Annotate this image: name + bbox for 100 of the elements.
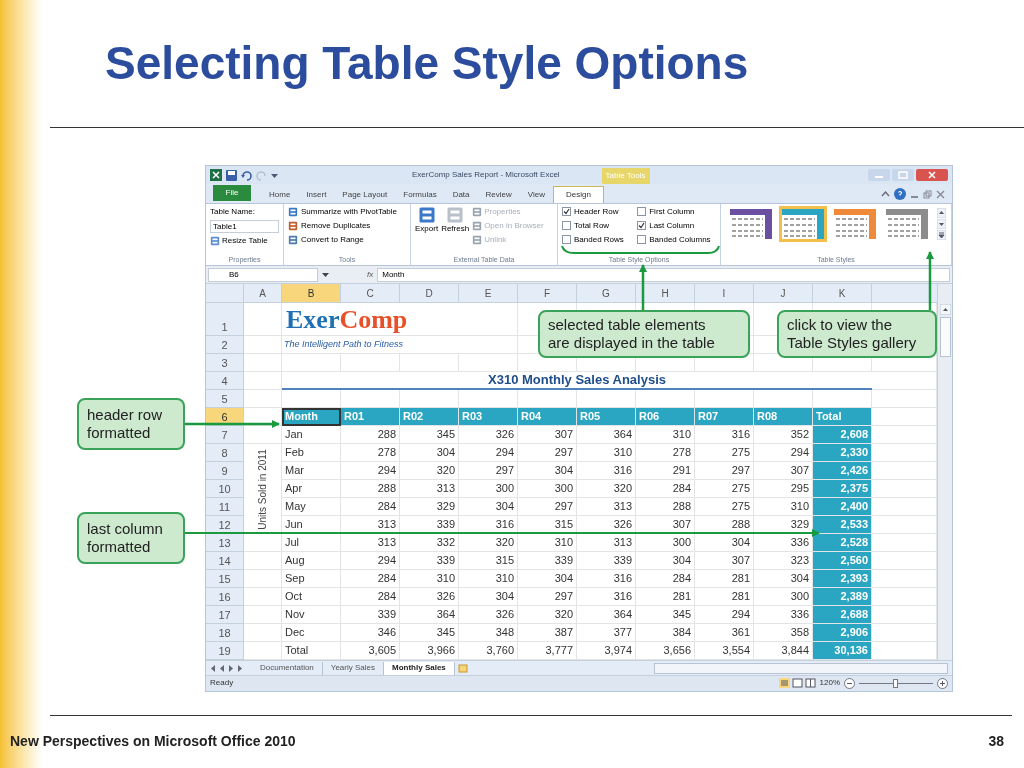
resize-table-button[interactable]: Resize Table bbox=[210, 235, 279, 247]
column-header[interactable]: J bbox=[754, 284, 813, 303]
row-header[interactable]: 17 bbox=[206, 606, 244, 624]
table-style-swatch[interactable] bbox=[883, 206, 931, 242]
zoom-thumb[interactable] bbox=[893, 678, 898, 688]
close-icon[interactable] bbox=[936, 189, 945, 199]
grid-cell[interactable] bbox=[754, 390, 813, 408]
dropdown-icon[interactable] bbox=[271, 171, 278, 179]
grid-cell[interactable] bbox=[244, 408, 282, 426]
name-box[interactable]: B6 bbox=[208, 267, 318, 282]
undo-icon[interactable] bbox=[241, 169, 252, 181]
row-header[interactable]: 19 bbox=[206, 642, 244, 660]
column-header[interactable]: H bbox=[636, 284, 695, 303]
normal-view-icon[interactable] bbox=[778, 678, 790, 688]
grid-cell[interactable] bbox=[341, 390, 400, 408]
option-checkbox[interactable]: First Column bbox=[637, 206, 716, 217]
table-style-swatch[interactable] bbox=[727, 206, 775, 242]
close-icon[interactable] bbox=[916, 169, 948, 181]
save-icon[interactable] bbox=[226, 169, 237, 181]
row-header[interactable]: 2 bbox=[206, 336, 244, 354]
grid-cell[interactable] bbox=[244, 390, 282, 408]
ribbon-tab[interactable]: Page Layout bbox=[334, 186, 396, 203]
option-checkbox[interactable]: Header Row bbox=[562, 206, 630, 217]
row-header[interactable]: 14 bbox=[206, 552, 244, 570]
ribbon-tab[interactable]: Review bbox=[477, 186, 520, 203]
column-header[interactable]: G bbox=[577, 284, 636, 303]
ribbon-tab[interactable]: Home bbox=[261, 186, 299, 203]
option-checkbox[interactable]: Total Row bbox=[562, 220, 630, 231]
row-header[interactable]: 10 bbox=[206, 480, 244, 498]
function-symbol[interactable]: fx bbox=[367, 268, 374, 281]
tools-button[interactable]: Convert to Range bbox=[288, 234, 406, 246]
dropdown-icon[interactable] bbox=[322, 271, 329, 278]
table-style-swatch[interactable] bbox=[831, 206, 879, 242]
grid-cell[interactable] bbox=[813, 390, 872, 408]
grid-cell[interactable] bbox=[244, 588, 282, 606]
row-header[interactable]: 5 bbox=[206, 390, 244, 408]
grid-cell[interactable] bbox=[400, 390, 459, 408]
ribbon-tab[interactable]: View bbox=[519, 186, 553, 203]
grid-cell[interactable] bbox=[282, 354, 341, 372]
grid-cell[interactable] bbox=[244, 552, 282, 570]
tools-button[interactable]: Remove Duplicates bbox=[288, 220, 406, 232]
sheet-tab[interactable]: Monthly Sales bbox=[384, 661, 455, 675]
merged-cell[interactable]: Units Sold in 2011 bbox=[244, 444, 282, 534]
grid-cell[interactable] bbox=[244, 354, 282, 372]
row-header[interactable]: 1 bbox=[206, 303, 244, 336]
column-header[interactable]: E bbox=[459, 284, 518, 303]
zoom-in-icon[interactable] bbox=[937, 677, 948, 689]
page-layout-icon[interactable] bbox=[791, 678, 803, 688]
row-header[interactable]: 15 bbox=[206, 570, 244, 588]
ribbon-tab[interactable]: Formulas bbox=[395, 186, 445, 203]
gallery-down-icon[interactable] bbox=[937, 219, 946, 229]
grid-cell[interactable] bbox=[244, 606, 282, 624]
column-header[interactable]: I bbox=[695, 284, 754, 303]
column-header[interactable]: A bbox=[244, 284, 282, 303]
zoom-out-icon[interactable] bbox=[844, 677, 855, 689]
restore-icon[interactable] bbox=[923, 189, 932, 199]
grid-cell[interactable] bbox=[459, 303, 518, 336]
row-header[interactable]: 7 bbox=[206, 426, 244, 444]
large-ribbon-button[interactable]: Refresh bbox=[441, 206, 470, 246]
option-checkbox[interactable]: Banded Rows bbox=[562, 234, 630, 245]
grid-cell[interactable] bbox=[459, 390, 518, 408]
grid-cell[interactable] bbox=[577, 390, 636, 408]
grid-cell[interactable] bbox=[244, 336, 282, 354]
grid-cell[interactable] bbox=[400, 354, 459, 372]
table-name-field[interactable]: Table1 bbox=[210, 220, 279, 233]
vertical-scrollbar[interactable] bbox=[937, 284, 952, 660]
minimize-icon[interactable] bbox=[868, 169, 890, 181]
column-header[interactable] bbox=[872, 284, 937, 303]
row-header[interactable]: 3 bbox=[206, 354, 244, 372]
grid-cell[interactable] bbox=[244, 372, 282, 390]
column-header[interactable]: F bbox=[518, 284, 577, 303]
grid-cell[interactable] bbox=[695, 390, 754, 408]
gallery-up-icon[interactable] bbox=[937, 208, 946, 218]
grid-cell[interactable] bbox=[244, 303, 282, 336]
option-checkbox[interactable]: Banded Columns bbox=[637, 234, 716, 245]
page-break-icon[interactable] bbox=[804, 678, 816, 688]
file-tab[interactable]: File bbox=[213, 185, 251, 201]
grid-cell[interactable] bbox=[244, 426, 282, 444]
row-header[interactable]: 4 bbox=[206, 372, 244, 390]
ribbon-tab[interactable]: Design bbox=[553, 186, 604, 203]
formula-field[interactable]: Month bbox=[377, 267, 950, 282]
horizontal-scrollbar[interactable] bbox=[653, 662, 948, 674]
column-header[interactable]: C bbox=[341, 284, 400, 303]
grid-cell[interactable] bbox=[636, 390, 695, 408]
scroll-up-icon[interactable] bbox=[939, 304, 951, 315]
option-checkbox[interactable]: Last Column bbox=[637, 220, 716, 231]
row-header[interactable]: 16 bbox=[206, 588, 244, 606]
grid-cell[interactable] bbox=[282, 390, 341, 408]
maximize-icon[interactable] bbox=[892, 169, 914, 181]
grid-cell[interactable] bbox=[459, 354, 518, 372]
table-style-swatch[interactable] bbox=[779, 206, 827, 242]
column-header[interactable]: B bbox=[282, 284, 341, 303]
ribbon-tab[interactable]: Insert bbox=[298, 186, 335, 203]
row-header[interactable]: 18 bbox=[206, 624, 244, 642]
tools-button[interactable]: Summarize with PivotTable bbox=[288, 206, 406, 218]
grid-cell[interactable] bbox=[244, 534, 282, 552]
grid-cell[interactable] bbox=[244, 570, 282, 588]
row-header[interactable]: 11 bbox=[206, 498, 244, 516]
gallery-more-icon[interactable] bbox=[937, 230, 946, 240]
row-header[interactable]: 13 bbox=[206, 534, 244, 552]
